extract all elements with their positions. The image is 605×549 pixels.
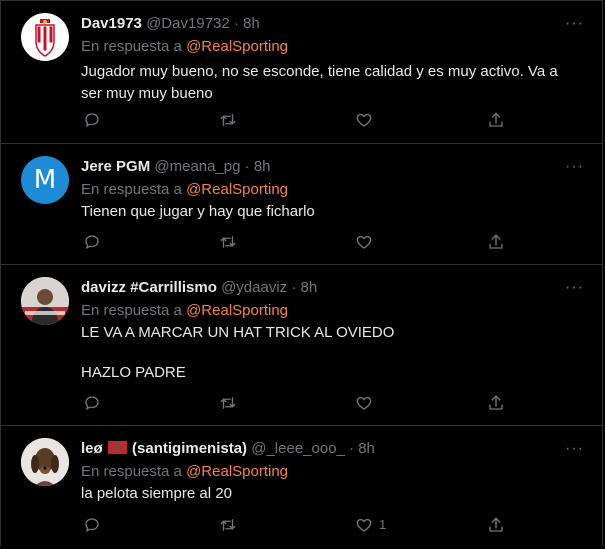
- username[interactable]: @meana_pg: [154, 158, 240, 175]
- timestamp[interactable]: 8h: [358, 440, 375, 457]
- mention-link[interactable]: @RealSporting: [186, 463, 288, 480]
- reply-button[interactable]: [81, 109, 103, 131]
- like-count[interactable]: 1: [379, 517, 386, 532]
- separator: ·: [291, 279, 297, 296]
- reply-icon: [85, 235, 99, 249]
- reply-context: En respuesta a @RealSporting: [81, 463, 288, 480]
- avatar[interactable]: M: [21, 156, 69, 204]
- reply-icon: [85, 396, 99, 410]
- retweet-icon: [220, 397, 236, 409]
- username[interactable]: @_leee_ooo_: [251, 440, 345, 457]
- tweet-replies-feed: Dav1973 @Dav19732 · 8h ··· En respuesta …: [0, 0, 603, 546]
- like-icon: [356, 113, 372, 127]
- display-name-part: leø: [81, 440, 103, 457]
- reply-button[interactable]: [81, 392, 103, 414]
- tweet-actions: 1: [81, 514, 512, 536]
- reply-button[interactable]: [81, 514, 103, 536]
- tweet-header: Jere PGM @meana_pg · 8h: [81, 158, 542, 175]
- profile-photo-icon: [21, 438, 69, 486]
- share-icon: [489, 234, 503, 249]
- like-button[interactable]: [353, 231, 375, 253]
- share-icon: [489, 395, 503, 410]
- like-icon: [356, 396, 372, 410]
- tweet-header: leø (santigimenista) @_leee_ooo_ · 8h: [81, 440, 542, 457]
- display-name[interactable]: leø (santigimenista): [81, 440, 251, 457]
- crest-icon: [35, 19, 55, 57]
- reply-prefix: En respuesta a: [81, 463, 182, 480]
- reply-icon: [85, 518, 99, 532]
- retweet-button[interactable]: [217, 392, 239, 414]
- timestamp[interactable]: 8h: [301, 279, 318, 296]
- tweet[interactable]: leø (santigimenista) @_leee_ooo_ · 8h ··…: [1, 426, 602, 549]
- reply-prefix: En respuesta a: [81, 302, 182, 319]
- share-button[interactable]: [485, 514, 507, 536]
- tweet[interactable]: davizz #Carrillismo @ydaaviz · 8h ··· En…: [1, 265, 602, 426]
- like-icon: [356, 235, 372, 249]
- tweet-text: la pelota siempre al 20: [81, 485, 232, 502]
- reply-context: En respuesta a @RealSporting: [81, 302, 288, 319]
- retweet-button[interactable]: [217, 231, 239, 253]
- mention-link[interactable]: @RealSporting: [186, 181, 288, 198]
- share-icon: [489, 112, 503, 127]
- tweet-text-line: HAZLO PADRE: [81, 364, 186, 381]
- tweet-header: davizz #Carrillismo @ydaaviz · 8h: [81, 279, 542, 296]
- display-name[interactable]: davizz #Carrillismo: [81, 279, 217, 296]
- more-options-icon[interactable]: ···: [565, 158, 584, 176]
- more-options-icon[interactable]: ···: [565, 279, 584, 297]
- retweet-icon: [220, 519, 236, 531]
- more-options-icon[interactable]: ···: [565, 440, 584, 458]
- profile-photo-icon: [21, 277, 69, 325]
- username[interactable]: @Dav19732: [146, 15, 230, 32]
- share-icon: [489, 517, 503, 532]
- like-button[interactable]: [353, 514, 375, 536]
- timestamp[interactable]: 8h: [243, 15, 260, 32]
- tweet[interactable]: M Jere PGM @meana_pg · 8h ··· En respues…: [1, 144, 602, 265]
- like-button[interactable]: [353, 109, 375, 131]
- more-options-icon[interactable]: ···: [565, 15, 584, 33]
- reply-button[interactable]: [81, 231, 103, 253]
- display-name-part: (santigimenista): [132, 440, 248, 457]
- avatar[interactable]: [21, 438, 69, 486]
- separator: ·: [244, 158, 250, 175]
- separator: ·: [233, 15, 239, 32]
- tweet-text: Tienen que jugar y hay que ficharlo: [81, 203, 315, 220]
- tweet-header: Dav1973 @Dav19732 · 8h: [81, 15, 542, 32]
- reply-context: En respuesta a @RealSporting: [81, 38, 288, 55]
- avatar[interactable]: [21, 277, 69, 325]
- retweet-icon: [220, 236, 236, 248]
- reply-icon: [85, 113, 99, 127]
- like-icon: [356, 518, 372, 532]
- reply-context: En respuesta a @RealSporting: [81, 181, 288, 198]
- retweet-icon: [220, 114, 236, 126]
- tweet[interactable]: Dav1973 @Dav19732 · 8h ··· En respuesta …: [1, 1, 602, 144]
- timestamp[interactable]: 8h: [254, 158, 271, 175]
- mention-link[interactable]: @RealSporting: [186, 302, 288, 319]
- avatar[interactable]: [21, 13, 69, 61]
- share-button[interactable]: [485, 392, 507, 414]
- tweet-actions: [81, 109, 512, 131]
- reply-prefix: En respuesta a: [81, 38, 182, 55]
- share-button[interactable]: [485, 109, 507, 131]
- mention-link[interactable]: @RealSporting: [186, 38, 288, 55]
- share-button[interactable]: [485, 231, 507, 253]
- retweet-button[interactable]: [217, 109, 239, 131]
- tweet-text: Jugador muy bueno, no se esconde, tiene …: [81, 63, 558, 102]
- avatar-letter: M: [33, 165, 57, 195]
- retweet-button[interactable]: [217, 514, 239, 536]
- username[interactable]: @ydaaviz: [221, 279, 287, 296]
- separator: ·: [349, 440, 355, 457]
- tweet-text-line: LE VA A MARCAR UN HAT TRICK AL OVIEDO: [81, 324, 395, 341]
- tweet-actions: [81, 231, 512, 253]
- display-name[interactable]: Dav1973: [81, 15, 142, 32]
- tweet-actions: [81, 392, 512, 414]
- display-name[interactable]: Jere PGM: [81, 158, 150, 175]
- morocco-flag-icon: [107, 441, 127, 454]
- reply-prefix: En respuesta a: [81, 181, 182, 198]
- like-button[interactable]: [353, 392, 375, 414]
